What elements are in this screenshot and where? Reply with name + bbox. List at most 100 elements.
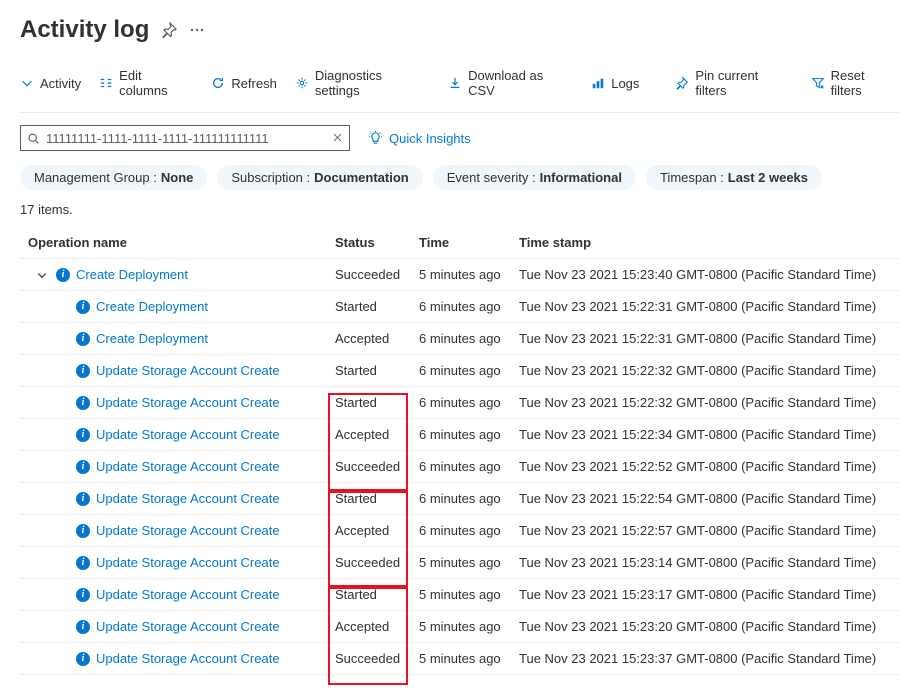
status-cell: Succeeded (335, 555, 419, 570)
info-icon: i (56, 268, 70, 282)
timestamp-cell: Tue Nov 23 2021 15:22:32 GMT-0800 (Pacif… (519, 395, 899, 410)
chevron-down-icon (20, 76, 34, 90)
timestamp-cell: Tue Nov 23 2021 15:23:17 GMT-0800 (Pacif… (519, 587, 899, 602)
table-row: i Update Storage Account Create Succeeded5… (20, 643, 899, 675)
info-icon: i (76, 428, 90, 442)
operation-name[interactable]: Update Storage Account Create (96, 363, 280, 378)
filter-pills: Management Group : None Subscription : Do… (20, 165, 899, 190)
pill-value: Informational (540, 170, 622, 185)
refresh-button[interactable]: Refresh (211, 76, 277, 91)
pill-label: Subscription : (231, 170, 310, 185)
status-cell: Accepted (335, 331, 419, 346)
logs-icon (591, 76, 605, 90)
col-timestamp[interactable]: Time stamp (519, 235, 899, 250)
clear-search-icon[interactable] (332, 131, 343, 146)
operation-name[interactable]: Update Storage Account Create (96, 459, 280, 474)
timestamp-cell: Tue Nov 23 2021 15:22:52 GMT-0800 (Pacif… (519, 459, 899, 474)
filter-pill[interactable]: Management Group : None (20, 165, 207, 190)
lightbulb-icon (368, 131, 383, 146)
timestamp-cell: Tue Nov 23 2021 15:23:20 GMT-0800 (Pacif… (519, 619, 899, 634)
search-input[interactable] (46, 131, 326, 146)
info-icon: i (76, 460, 90, 474)
operation-name[interactable]: Update Storage Account Create (96, 555, 280, 570)
quick-insights-button[interactable]: Quick Insights (368, 131, 471, 146)
diagnostics-button[interactable]: Diagnostics settings (295, 68, 430, 98)
status-cell: Started (335, 587, 419, 602)
table-row: iCreate DeploymentSucceeded5 minutes ago… (20, 259, 899, 291)
time-cell: 6 minutes ago (419, 523, 519, 538)
info-icon: i (76, 588, 90, 602)
table-header: Operation name Status Time Time stamp (20, 227, 899, 259)
operation-name[interactable]: Update Storage Account Create (96, 651, 280, 666)
download-button[interactable]: Download as CSV (448, 68, 573, 98)
search-icon (27, 132, 40, 145)
chevron-down-icon[interactable] (36, 269, 50, 281)
time-cell: 5 minutes ago (419, 619, 519, 634)
table-row: i Update Storage Account Create Accepted6 … (20, 419, 899, 451)
status-cell: Started (335, 395, 419, 410)
timestamp-cell: Tue Nov 23 2021 15:23:14 GMT-0800 (Pacif… (519, 555, 899, 570)
timestamp-cell: Tue Nov 23 2021 15:22:31 GMT-0800 (Pacif… (519, 299, 899, 314)
pin-filters-button[interactable]: Pin current filters (675, 68, 792, 98)
table-row: iUpdate Storage Account CreateAccepted6 … (20, 515, 899, 547)
search-box[interactable] (20, 125, 350, 151)
more-icon[interactable] (189, 22, 205, 38)
operation-name[interactable]: Create Deployment (76, 267, 188, 282)
pill-value: Last 2 weeks (728, 170, 808, 185)
operation-name[interactable]: Update Storage Account Create (96, 427, 280, 442)
activity-button[interactable]: Activity (20, 76, 81, 91)
time-cell: 5 minutes ago (419, 651, 519, 666)
time-cell: 6 minutes ago (419, 363, 519, 378)
status-cell: Started (335, 363, 419, 378)
table-row: iUpdate Storage Account CreateAccepted5 … (20, 611, 899, 643)
timestamp-cell: Tue Nov 23 2021 15:22:57 GMT-0800 (Pacif… (519, 523, 899, 538)
info-icon: i (76, 300, 90, 314)
time-cell: 6 minutes ago (419, 491, 519, 506)
operation-name[interactable]: Update Storage Account Create (96, 395, 280, 410)
filter-pill[interactable]: Timespan : Last 2 weeks (646, 165, 822, 190)
filter-pill[interactable]: Subscription : Documentation (217, 165, 422, 190)
time-cell: 6 minutes ago (419, 427, 519, 442)
pill-value: Documentation (314, 170, 409, 185)
time-cell: 5 minutes ago (419, 587, 519, 602)
status-cell: Succeeded (335, 651, 419, 666)
table-row: i Update Storage Account Create Started5 m… (20, 579, 899, 611)
operation-name[interactable]: Update Storage Account Create (96, 619, 280, 634)
activity-table: Operation name Status Time Time stamp iC… (20, 227, 899, 675)
filter-reset-icon (811, 76, 825, 90)
status-cell: Accepted (335, 427, 419, 442)
table-row: iUpdate Storage Account CreateStarted6 m… (20, 483, 899, 515)
operation-name[interactable]: Create Deployment (96, 331, 208, 346)
gear-icon (295, 76, 309, 90)
operation-name[interactable]: Update Storage Account Create (96, 587, 280, 602)
operation-name[interactable]: Update Storage Account Create (96, 491, 280, 506)
filter-pill[interactable]: Event severity : Informational (433, 165, 636, 190)
info-icon: i (76, 556, 90, 570)
info-icon: i (76, 364, 90, 378)
col-operation[interactable]: Operation name (20, 235, 335, 250)
edit-columns-button[interactable]: Edit columns (99, 68, 193, 98)
operation-name[interactable]: Update Storage Account Create (96, 523, 280, 538)
time-cell: 6 minutes ago (419, 331, 519, 346)
status-cell: Started (335, 299, 419, 314)
highlight-box (328, 649, 408, 685)
timestamp-cell: Tue Nov 23 2021 15:22:54 GMT-0800 (Pacif… (519, 491, 899, 506)
timestamp-cell: Tue Nov 23 2021 15:23:37 GMT-0800 (Pacif… (519, 651, 899, 666)
status-cell: Succeeded (335, 267, 419, 282)
info-icon: i (76, 652, 90, 666)
timestamp-cell: Tue Nov 23 2021 15:23:40 GMT-0800 (Pacif… (519, 267, 899, 282)
status-cell: Succeeded (335, 459, 419, 474)
logs-button[interactable]: Logs (591, 76, 639, 91)
operation-name[interactable]: Create Deployment (96, 299, 208, 314)
info-icon: i (76, 492, 90, 506)
pin-icon[interactable] (161, 22, 177, 38)
reset-filters-button[interactable]: Reset filters (811, 68, 899, 98)
timestamp-cell: Tue Nov 23 2021 15:22:32 GMT-0800 (Pacif… (519, 363, 899, 378)
col-time[interactable]: Time (419, 235, 519, 250)
download-icon (448, 76, 462, 90)
info-icon: i (76, 620, 90, 634)
items-count: 17 items. (20, 202, 899, 217)
pill-label: Event severity : (447, 170, 536, 185)
col-status[interactable]: Status (335, 235, 419, 250)
timestamp-cell: Tue Nov 23 2021 15:22:34 GMT-0800 (Pacif… (519, 427, 899, 442)
